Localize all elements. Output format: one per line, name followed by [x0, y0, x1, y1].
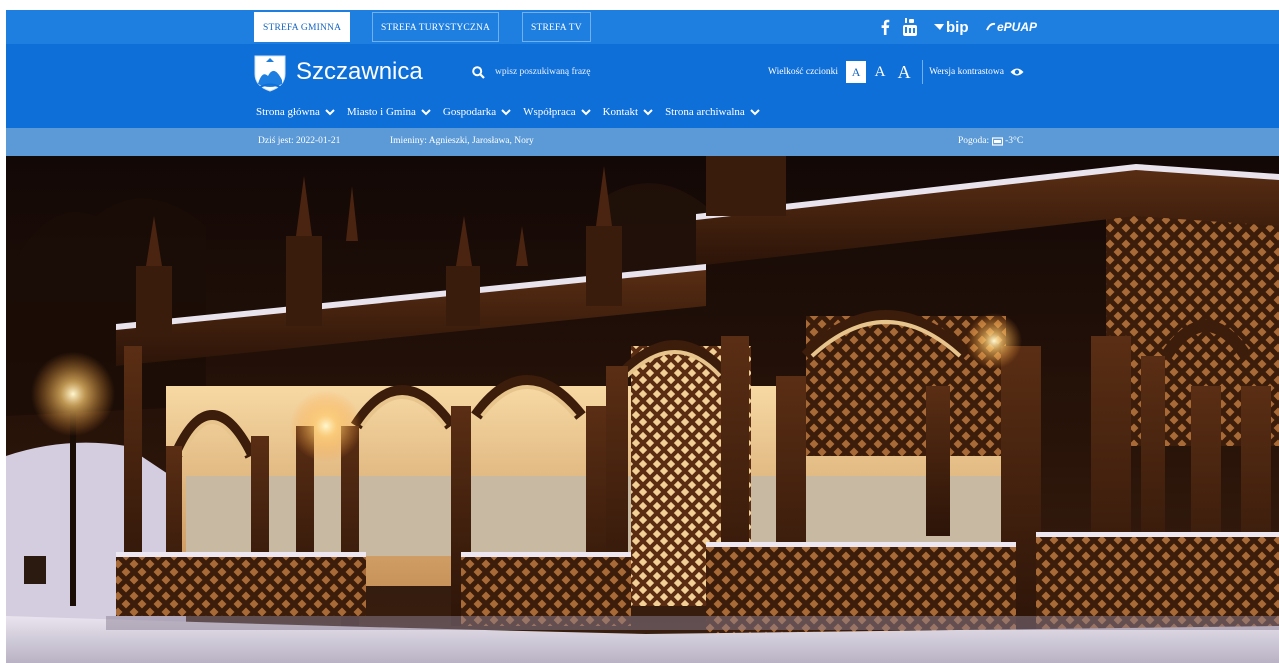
font-size-large-button[interactable]: A — [894, 61, 914, 83]
bip-link[interactable]: bip — [934, 18, 969, 36]
contrast-toggle[interactable]: Wersja kontrastowa — [929, 67, 1024, 77]
tab-strefa-gminna[interactable]: Strefa Gminna — [254, 12, 351, 42]
nav-item-label: Współpraca — [523, 106, 576, 118]
eye-icon — [1010, 68, 1024, 76]
bip-flag-icon — [934, 24, 944, 30]
weather-widget: Pogoda: -3°C — [958, 136, 1023, 146]
font-size-medium-button[interactable]: A — [870, 61, 890, 83]
nav-item-label: Strona archiwalna — [665, 106, 745, 118]
cloud-icon — [992, 136, 1004, 146]
current-date: Dziś jest: 2022-01-21 — [258, 136, 341, 146]
chevron-down-icon — [421, 109, 431, 116]
divider — [922, 60, 924, 84]
contrast-label: Wersja kontrastowa — [929, 67, 1005, 77]
bip-label: bip — [946, 18, 969, 36]
chevron-down-icon — [325, 109, 335, 116]
youtube-icon — [903, 18, 917, 36]
nav-item-miasto-i-gmina[interactable]: Miasto i Gmina — [347, 106, 431, 118]
page-frame: Strefa Gminna Strefa Turystyczna Strefa … — [6, 10, 1279, 663]
tab-strefa-turystyczna[interactable]: Strefa Turystyczna — [372, 12, 500, 42]
main-navigation: Strona główna Miasto i Gmina Gospodarka … — [256, 106, 772, 118]
epuap-link[interactable]: ePUAP — [986, 18, 1037, 36]
nav-item-strona-archiwalna[interactable]: Strona archiwalna — [665, 106, 760, 118]
font-size-label: Wielkość czcionki — [768, 67, 839, 77]
chevron-down-icon — [643, 109, 653, 116]
facebook-link[interactable] — [880, 18, 890, 36]
nav-item-label: Gospodarka — [442, 106, 497, 118]
epuap-swoosh-icon — [986, 22, 996, 31]
chevron-down-icon — [501, 109, 511, 116]
site-name[interactable]: Szczawnica — [296, 58, 423, 86]
nav-item-label: Strona główna — [256, 106, 320, 118]
chevron-down-icon — [580, 109, 591, 116]
nav-item-strona-glowna[interactable]: Strona główna — [256, 106, 335, 118]
nav-item-wspolpraca[interactable]: Współpraca — [523, 106, 591, 118]
search-icon — [472, 65, 485, 79]
chevron-down-icon — [750, 109, 760, 116]
search-placeholder: wpisz poszukiwaną frazę — [495, 67, 591, 77]
font-size-controls: Wielkość czcionki A A A Wersja kontrasto… — [768, 60, 1024, 84]
szczawnica-logo[interactable] — [252, 54, 288, 92]
weather-temperature: -3°C — [1005, 136, 1024, 146]
nav-item-gospodarka[interactable]: Gospodarka — [443, 106, 511, 118]
youtube-link[interactable] — [902, 18, 918, 36]
font-size-small-button[interactable]: A — [846, 61, 867, 83]
info-bar: Dziś jest: 2022-01-21 Imieniny: Agnieszk… — [6, 128, 1279, 156]
epuap-label: ePUAP — [997, 20, 1038, 34]
facebook-icon — [881, 19, 890, 35]
namedays: Imieniny: Agnieszki, Jarosława, Nory — [390, 136, 534, 146]
nav-item-kontakt[interactable]: Kontakt — [603, 106, 653, 118]
hero-image-wooden-pavilion — [6, 156, 1279, 663]
header: Szczawnica wpisz poszukiwaną frazę Wielk… — [6, 44, 1279, 128]
weather-label: Pogoda: — [958, 136, 990, 146]
nav-item-label: Kontakt — [602, 106, 639, 118]
nav-item-label: Miasto i Gmina — [346, 106, 416, 118]
tab-strefa-tv[interactable]: Strefa TV — [522, 12, 591, 42]
top-bar: Strefa Gminna Strefa Turystyczna Strefa … — [6, 10, 1279, 44]
search-field[interactable]: wpisz poszukiwaną frazę — [472, 62, 591, 82]
